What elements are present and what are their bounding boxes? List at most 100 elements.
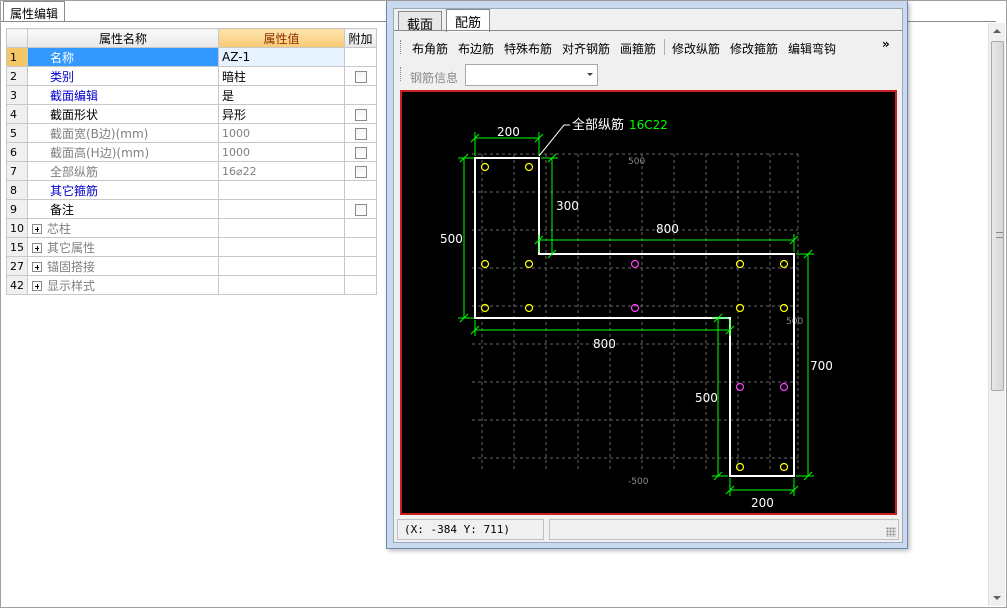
toolbar-grip[interactable]	[400, 67, 403, 81]
extra-cell[interactable]	[344, 142, 377, 162]
draw-stirrup-button[interactable]: 画箍筋	[620, 40, 656, 57]
property-name-cell[interactable]: 备注	[27, 199, 219, 219]
table-row[interactable]: 2 类别 暗柱	[6, 66, 377, 86]
rebar-point[interactable]	[630, 259, 640, 269]
property-name-cell[interactable]: 截面宽(B边)(mm)	[27, 123, 219, 143]
dialog-body: 截面 配筋 布角筋 布边筋 特殊布筋 对齐钢筋 画箍筋 修改纵筋 修改箍筋 编辑…	[393, 8, 903, 543]
extra-cell[interactable]	[344, 104, 377, 124]
property-value-cell[interactable]	[218, 199, 345, 219]
property-name-cell[interactable]: 类别	[27, 66, 219, 86]
edge-rebar-button[interactable]: 布边筋	[458, 40, 494, 57]
property-label: 其它属性	[47, 240, 96, 255]
property-value-header[interactable]: 属性值	[218, 28, 345, 48]
table-row[interactable]: 10 芯柱	[6, 218, 377, 238]
property-name-cell[interactable]: 截面高(H边)(mm)	[27, 142, 219, 162]
property-name-cell[interactable]: 截面形状	[27, 104, 219, 124]
property-value-cell	[218, 275, 345, 295]
scroll-down-icon[interactable]	[993, 596, 1001, 600]
rebar-point[interactable]	[779, 462, 789, 472]
property-value-cell[interactable]	[218, 180, 345, 200]
expand-plus-icon[interactable]	[32, 243, 42, 253]
leader-label[interactable]: 全部纵筋	[572, 117, 624, 133]
extra-checkbox[interactable]	[354, 108, 367, 121]
section-editor-dialog[interactable]: 截面 配筋 布角筋 布边筋 特殊布筋 对齐钢筋 画箍筋 修改纵筋 修改箍筋 编辑…	[386, 1, 908, 549]
tab-rebar[interactable]: 配筋	[446, 9, 491, 32]
extra-cell[interactable]	[344, 161, 377, 181]
property-value-cell[interactable]: 1000	[218, 142, 345, 162]
grid-header-row: 属性名称 属性值 附加	[6, 28, 377, 48]
expand-plus-icon[interactable]	[32, 262, 42, 272]
table-row[interactable]: 6 截面高(H边)(mm) 1000	[6, 142, 377, 162]
table-row[interactable]: 7 全部纵筋 16⌀22	[6, 161, 377, 181]
table-row[interactable]: 1 名称 AZ-1	[6, 47, 377, 67]
property-group-cell[interactable]: 芯柱	[27, 218, 219, 238]
property-name-cell[interactable]: 名称	[27, 47, 219, 67]
property-name-cell[interactable]: 全部纵筋	[27, 161, 219, 181]
section-outline[interactable]	[474, 157, 795, 477]
table-row[interactable]: 4 截面形状 异形	[6, 104, 377, 124]
table-row[interactable]: 15 其它属性	[6, 237, 377, 257]
extra-checkbox[interactable]	[354, 146, 367, 159]
extra-checkbox[interactable]	[354, 127, 367, 140]
rebar-info-select[interactable]	[465, 64, 598, 86]
property-name-cell[interactable]: 截面编辑	[27, 85, 219, 105]
rebar-point[interactable]	[779, 259, 789, 269]
rebar-point[interactable]	[524, 162, 534, 172]
align-rebar-button[interactable]: 对齐钢筋	[562, 40, 610, 57]
toolbar-grip[interactable]	[400, 40, 403, 54]
rebar-point[interactable]	[524, 259, 534, 269]
property-value-cell[interactable]: 异形	[218, 104, 345, 124]
property-value-cell[interactable]: 是	[218, 85, 345, 105]
scroll-up-icon[interactable]	[993, 29, 1001, 33]
scrollbar-thumb[interactable]	[991, 41, 1004, 391]
property-value-cell[interactable]: 暗柱	[218, 66, 345, 86]
main-scrollbar[interactable]	[988, 23, 1005, 606]
property-name-cell[interactable]: 其它箍筋	[27, 180, 219, 200]
table-row[interactable]: 9 备注	[6, 199, 377, 219]
property-value-cell[interactable]: 16⌀22	[218, 161, 345, 181]
cursor-coordinates: (X: -384 Y: 711)	[397, 519, 544, 540]
rebar-point[interactable]	[735, 303, 745, 313]
property-value-cell[interactable]: 1000	[218, 123, 345, 143]
rebar-point[interactable]	[480, 162, 490, 172]
property-group-cell[interactable]: 显示样式	[27, 275, 219, 295]
property-value-cell[interactable]: AZ-1	[218, 47, 345, 67]
table-row[interactable]: 5 截面宽(B边)(mm) 1000	[6, 123, 377, 143]
expand-plus-icon[interactable]	[32, 224, 42, 234]
extra-cell[interactable]	[344, 66, 377, 86]
resize-grip-icon[interactable]	[886, 527, 896, 537]
property-group-cell[interactable]: 锚固搭接	[27, 256, 219, 276]
extra-checkbox[interactable]	[354, 70, 367, 83]
expand-plus-icon[interactable]	[32, 281, 42, 291]
rebar-point[interactable]	[735, 382, 745, 392]
rebar-point[interactable]	[779, 382, 789, 392]
tab-property-editor[interactable]: 属性编辑	[3, 1, 66, 22]
modify-stirrup-button[interactable]: 修改箍筋	[730, 40, 778, 57]
extra-header[interactable]: 附加	[344, 28, 377, 48]
modify-long-rebar-button[interactable]: 修改纵筋	[672, 40, 720, 57]
edit-hook-button[interactable]: 编辑弯钩	[788, 40, 836, 57]
rebar-toolbar: 布角筋 布边筋 特殊布筋 对齐钢筋 画箍筋 修改纵筋 修改箍筋 编辑弯钩 »	[398, 35, 898, 59]
extra-cell[interactable]	[344, 123, 377, 143]
extra-cell[interactable]	[344, 199, 377, 219]
property-label: 芯柱	[47, 221, 72, 236]
table-row[interactable]: 8 其它箍筋	[6, 180, 377, 200]
property-label: 显示样式	[47, 278, 96, 293]
section-canvas[interactable]: 500 500 -500 全部纵筋 16C22 200 300 800 500 …	[400, 90, 897, 515]
tab-section[interactable]: 截面	[398, 11, 443, 33]
toolbar-overflow-icon[interactable]: »	[882, 37, 890, 51]
corner-rebar-button[interactable]: 布角筋	[412, 40, 448, 57]
special-rebar-button[interactable]: 特殊布筋	[504, 40, 552, 57]
extra-checkbox[interactable]	[354, 203, 367, 216]
extra-checkbox[interactable]	[354, 165, 367, 178]
leader-value[interactable]: 16C22	[629, 118, 668, 132]
property-name-header[interactable]: 属性名称	[27, 28, 219, 48]
table-row[interactable]: 27 锚固搭接	[6, 256, 377, 276]
property-group-cell[interactable]: 其它属性	[27, 237, 219, 257]
main-window: 属性编辑 属性名称 属性值 附加 1 名称 AZ-1 2 类别 暗柱 3 截面编…	[0, 0, 1007, 608]
table-row[interactable]: 3 截面编辑 是	[6, 85, 377, 105]
table-row[interactable]: 42 显示样式	[6, 275, 377, 295]
rebar-point[interactable]	[480, 259, 490, 269]
dropdown-arrow-icon[interactable]	[587, 73, 593, 76]
section-drawing[interactable]: 500 500 -500 全部纵筋 16C22 200 300 800 500 …	[402, 92, 895, 513]
